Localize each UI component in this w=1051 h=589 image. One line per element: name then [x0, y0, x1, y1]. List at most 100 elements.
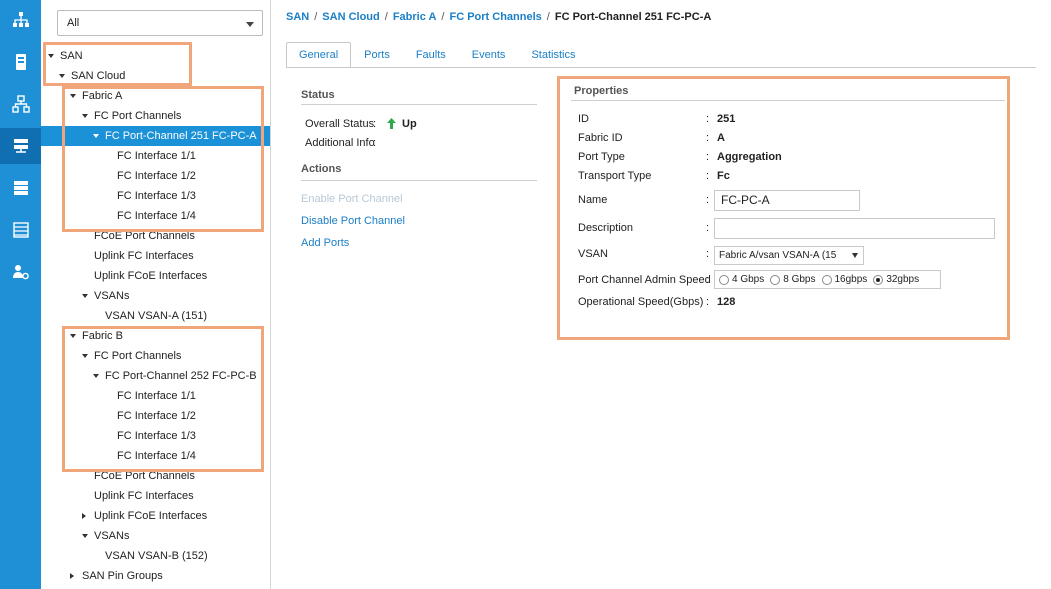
colon: :: [706, 132, 710, 144]
description-input[interactable]: [714, 218, 995, 239]
colon: :: [706, 222, 710, 234]
highlight-fabric-b: [62, 326, 264, 472]
tree-node-label: Uplink FC Interfaces: [94, 490, 194, 502]
description-label: Description: [578, 222, 634, 234]
tab-general[interactable]: General: [286, 42, 352, 68]
colon: :: [706, 248, 710, 260]
vsan-select-value: Fabric A/vsan VSAN-A (15: [719, 250, 837, 261]
port-type-value: Aggregation: [717, 151, 782, 163]
tree-node-label: VSAN VSAN-A (151): [105, 310, 208, 322]
status-section-title: Status: [301, 89, 335, 101]
speed-option-8gbps[interactable]: 8 Gbps: [770, 274, 816, 285]
radio-button[interactable]: [770, 274, 781, 285]
vsan-label: VSAN: [578, 248, 608, 260]
tree-node[interactable]: VSAN VSAN-A (151): [41, 306, 270, 326]
tree-node[interactable]: SAN Pin Groups: [41, 566, 270, 586]
colon: :: [706, 194, 710, 206]
transport-type-value: Fc: [717, 170, 730, 182]
fabric-id-label: Fabric ID: [578, 132, 623, 144]
id-value: 251: [717, 113, 736, 125]
highlight-fabric-a: [62, 86, 264, 232]
operational-speed-value: 128: [717, 296, 736, 308]
tree-filter-value: All: [67, 17, 80, 29]
nav-rail: [0, 0, 41, 589]
tree-filter-select[interactable]: All: [57, 10, 263, 36]
speed-option-4gbps[interactable]: 4 Gbps: [719, 274, 764, 285]
speed-option-32gbps[interactable]: 32gbps: [873, 274, 919, 285]
equipment-icon[interactable]: [0, 2, 41, 38]
chevron-down-icon: [246, 22, 254, 27]
tree-node-label: Uplink FC Interfaces: [94, 250, 194, 262]
tab-ports[interactable]: Ports: [351, 42, 403, 68]
vm-icon[interactable]: [0, 170, 41, 206]
colon: :: [706, 151, 710, 163]
port-type-label: Port Type: [578, 151, 625, 163]
speed-option-16gbps[interactable]: 16gbps: [821, 274, 867, 285]
breadcrumb-san-cloud[interactable]: SAN Cloud: [322, 11, 379, 23]
breadcrumb-fc-port-channels[interactable]: FC Port Channels: [449, 11, 541, 23]
admin-speed-radio-group: 4 Gbps 8 Gbps 16gbps 32gbps: [714, 270, 941, 289]
tree-node-label: Uplink FCoE Interfaces: [94, 510, 208, 522]
colon: :: [706, 113, 710, 125]
up-arrow-icon: [387, 118, 396, 129]
additional-info-label: Additional Info: [305, 137, 375, 149]
radio-button[interactable]: [821, 274, 832, 285]
lan-icon[interactable]: [0, 86, 41, 122]
overall-status-value: Up: [402, 118, 417, 130]
vsan-select[interactable]: Fabric A/vsan VSAN-A (15: [714, 246, 864, 265]
operational-speed-label: Operational Speed(Gbps): [578, 296, 704, 308]
tab-statistics[interactable]: Statistics: [518, 42, 588, 68]
tab-divider: [286, 67, 1036, 68]
name-label: Name: [578, 194, 608, 206]
breadcrumb-fabric-a[interactable]: Fabric A: [393, 11, 437, 23]
admin-icon[interactable]: [0, 254, 41, 290]
tree-node[interactable]: VSANs: [41, 526, 270, 546]
actions-divider: [301, 180, 537, 181]
fabric-id-value: A: [717, 132, 725, 144]
enable-port-channel-link[interactable]: Enable Port Channel: [301, 193, 403, 205]
tree-node-label: Uplink FCoE Interfaces: [94, 270, 208, 282]
storage-icon[interactable]: [0, 212, 41, 248]
tab-bar: General Ports Faults Events Statistics: [286, 42, 588, 68]
name-input[interactable]: FC-PC-A: [714, 190, 860, 211]
status-divider: [301, 104, 537, 105]
add-ports-link[interactable]: Add Ports: [301, 237, 349, 249]
caret-down-icon[interactable]: [82, 294, 88, 298]
properties-section-title: Properties: [574, 85, 629, 97]
colon: :: [706, 170, 710, 182]
tab-faults[interactable]: Faults: [403, 42, 459, 68]
main-content: SAN / SAN Cloud / Fabric A / FC Port Channels /…: [271, 0, 1051, 589]
tree-node[interactable]: Uplink FCoE Interfaces: [41, 506, 270, 526]
tree-node-label: VSANs: [94, 290, 130, 302]
colon: :: [373, 137, 377, 149]
transport-type-label: Transport Type: [578, 170, 652, 182]
colon: :: [373, 118, 377, 130]
caret-down-icon[interactable]: [82, 534, 88, 538]
breadcrumb-san[interactable]: SAN: [286, 11, 309, 23]
tree-node[interactable]: Uplink FC Interfaces: [41, 486, 270, 506]
tree-node[interactable]: Uplink FCoE Interfaces: [41, 266, 270, 286]
tree-node[interactable]: VSANs: [41, 286, 270, 306]
tree-node-label: SAN Pin Groups: [82, 570, 163, 582]
servers-icon[interactable]: [0, 44, 41, 80]
breadcrumb-current: FC Port-Channel 251 FC-PC-A: [554, 11, 712, 23]
tree-node-label: VSANs: [94, 530, 130, 542]
tree-node[interactable]: Uplink FC Interfaces: [41, 246, 270, 266]
caret-right-icon[interactable]: [82, 513, 86, 519]
radio-button-selected[interactable]: [873, 274, 884, 285]
san-icon[interactable]: [0, 128, 41, 164]
radio-button[interactable]: [719, 274, 729, 285]
actions-section-title: Actions: [301, 163, 342, 175]
highlight-san-cloud: [43, 42, 192, 86]
navigation-tree: All SAN SAN Cloud Fabric A FC Port Channels…: [41, 0, 271, 589]
tree-node[interactable]: VSAN VSAN-B (152): [41, 546, 270, 566]
id-label: ID: [578, 113, 589, 125]
breadcrumb: SAN / SAN Cloud / Fabric A / FC Port Channels /…: [286, 11, 712, 23]
colon: :: [706, 274, 710, 286]
admin-speed-label: Port Channel Admin Speed: [578, 274, 711, 286]
disable-port-channel-link[interactable]: Disable Port Channel: [301, 215, 405, 227]
caret-right-icon[interactable]: [70, 573, 74, 579]
tab-events[interactable]: Events: [459, 42, 519, 68]
overall-status-label: Overall Status: [305, 118, 375, 130]
chevron-down-icon: [852, 253, 858, 258]
